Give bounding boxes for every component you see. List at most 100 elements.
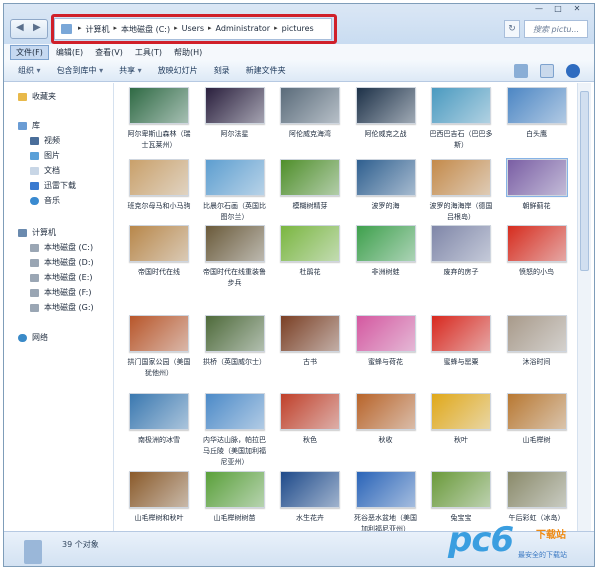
sidebar-item-network[interactable]: 网络 [18,332,48,343]
file-item[interactable]: 愤怒的小鸟 [501,225,573,307]
close-icon[interactable]: ✕ [568,4,586,16]
file-thumbnail[interactable] [355,315,416,352]
file-item[interactable]: 白头鹰 [501,87,573,169]
file-item[interactable]: 水生花卉 [274,471,346,531]
file-thumbnail[interactable] [355,87,416,124]
file-item[interactable]: 杜鹃花 [274,225,346,307]
include-in-library-button[interactable]: 包含到库中 [57,65,104,76]
file-thumbnail[interactable] [204,159,265,196]
file-thumbnail[interactable] [129,225,189,262]
file-item[interactable]: 帝国时代在线 [123,225,195,307]
file-item[interactable]: 南极洲的冰雪 [123,393,195,475]
file-item[interactable]: 蜜蜂与荷花 [350,315,422,397]
share-button[interactable]: 共享 [119,65,142,76]
sidebar-item-favorites[interactable]: 收藏夹 [18,91,56,102]
file-thumbnail[interactable] [280,393,340,430]
file-item[interactable]: 秋色 [274,393,346,475]
file-thumbnail[interactable] [431,315,491,352]
nav-buttons[interactable]: ◀ ▶ [10,19,48,39]
sidebar-item-documents[interactable]: 文档 [30,165,60,176]
change-view-icon[interactable] [514,64,528,78]
file-item[interactable]: 拱门国家公园（美国犹他州） [123,315,195,397]
file-thumbnail[interactable] [204,87,265,124]
slideshow-button[interactable]: 放映幻灯片 [158,65,198,76]
search-input[interactable]: 搜索 pictu... [524,20,588,38]
sidebar-item-computer[interactable]: 计算机 [18,227,56,238]
file-item[interactable]: 废弃的房子 [425,225,497,307]
file-thumbnail[interactable] [506,87,567,124]
file-item[interactable]: 阿尔卑斯山森林（瑞士瓦莱州） [123,87,195,169]
forward-icon[interactable]: ▶ [33,22,41,33]
file-item[interactable]: 沐浴时间 [501,315,573,397]
sidebar-item-pictures[interactable]: 图片 [30,150,60,161]
file-thumbnail[interactable] [129,159,189,196]
file-thumbnail[interactable] [129,87,189,124]
sidebar-item-drive-f[interactable]: 本地磁盘 (F:) [30,287,91,298]
file-item[interactable]: 蜜蜂与罂粟 [425,315,497,397]
refresh-icon[interactable]: ↻ [504,20,520,38]
maximize-icon[interactable]: □ [549,4,567,16]
file-item[interactable]: 死谷恶水盆地（美国加利福尼亚州） [350,471,422,531]
file-thumbnail[interactable] [431,159,491,196]
file-thumbnail[interactable] [355,471,416,508]
sidebar-item-drive-e[interactable]: 本地磁盘 (E:) [30,272,93,283]
help-icon[interactable] [566,64,580,78]
file-thumbnail[interactable] [129,315,189,352]
menu-file[interactable]: 文件(F) [10,44,49,60]
file-thumbnail[interactable] [204,225,265,262]
file-thumbnail[interactable] [355,225,416,262]
file-item[interactable]: 非洲树蛙 [350,225,422,307]
file-thumbnail[interactable] [431,225,491,262]
file-thumbnail[interactable] [129,393,189,430]
menu-view[interactable]: 查看(V) [90,46,128,59]
file-thumbnail[interactable] [204,315,265,352]
file-thumbnail[interactable] [204,393,265,430]
sidebar-item-xunlei[interactable]: 迅雷下载 [30,180,76,191]
file-thumbnail[interactable] [355,159,416,196]
file-thumbnail[interactable] [505,158,568,197]
file-thumbnail[interactable] [506,393,567,430]
file-thumbnail[interactable] [506,471,567,508]
file-item[interactable]: 帝国时代在线重装鲁步兵 [199,225,271,307]
file-thumbnail[interactable] [431,471,491,508]
scrollbar-thumb[interactable] [580,91,589,271]
file-thumbnail[interactable] [431,87,491,124]
file-item[interactable]: 内华达山脉，帕拉巴马丘陵（美国加利福尼亚州） [199,393,271,475]
sidebar-item-drive-d[interactable]: 本地磁盘 (D:) [30,257,94,268]
file-thumbnail[interactable] [280,225,340,262]
file-thumbnail[interactable] [431,393,491,430]
file-item[interactable]: 山毛榉树 [501,393,573,475]
file-thumbnail[interactable] [355,393,416,430]
file-item[interactable]: 山毛榉树和秋叶 [123,471,195,531]
organize-button[interactable]: 组织 [18,65,41,76]
file-thumbnail[interactable] [280,315,340,352]
file-item[interactable]: 山毛榉树树苗 [199,471,271,531]
sidebar-item-drive-g[interactable]: 本地磁盘 (G:) [30,302,94,313]
file-thumbnail[interactable] [280,159,340,196]
file-item[interactable]: 阿伦威克之战 [350,87,422,169]
menu-edit[interactable]: 编辑(E) [51,46,88,59]
file-item[interactable]: 秋叶 [425,393,497,475]
sidebar-item-video[interactable]: 视频 [30,135,60,146]
file-item[interactable]: 阿尔法星 [199,87,271,169]
preview-pane-icon[interactable] [540,64,554,78]
menu-help[interactable]: 帮助(H) [169,46,207,59]
file-item[interactable]: 拱桥（英国威尔士） [199,315,271,397]
file-thumbnail[interactable] [280,87,340,124]
sidebar-item-library[interactable]: 库 [18,120,40,131]
file-thumbnail[interactable] [204,471,265,508]
file-item[interactable]: 巴西巴吉石（巴巴多斯） [425,87,497,169]
file-thumbnail[interactable] [506,225,567,262]
file-item[interactable]: 阿伦威克海湾 [274,87,346,169]
back-icon[interactable]: ◀ [16,22,24,33]
sidebar-item-drive-c[interactable]: 本地磁盘 (C:) [30,242,93,253]
file-item[interactable]: 秋收 [350,393,422,475]
vertical-scrollbar[interactable] [577,83,591,531]
minimize-icon[interactable]: — [530,4,548,16]
file-thumbnail[interactable] [280,471,340,508]
burn-button[interactable]: 刻录 [214,65,230,76]
new-folder-button[interactable]: 新建文件夹 [246,65,286,76]
file-thumbnail[interactable] [506,315,567,352]
file-item[interactable]: 古书 [274,315,346,397]
file-thumbnail[interactable] [129,471,189,508]
